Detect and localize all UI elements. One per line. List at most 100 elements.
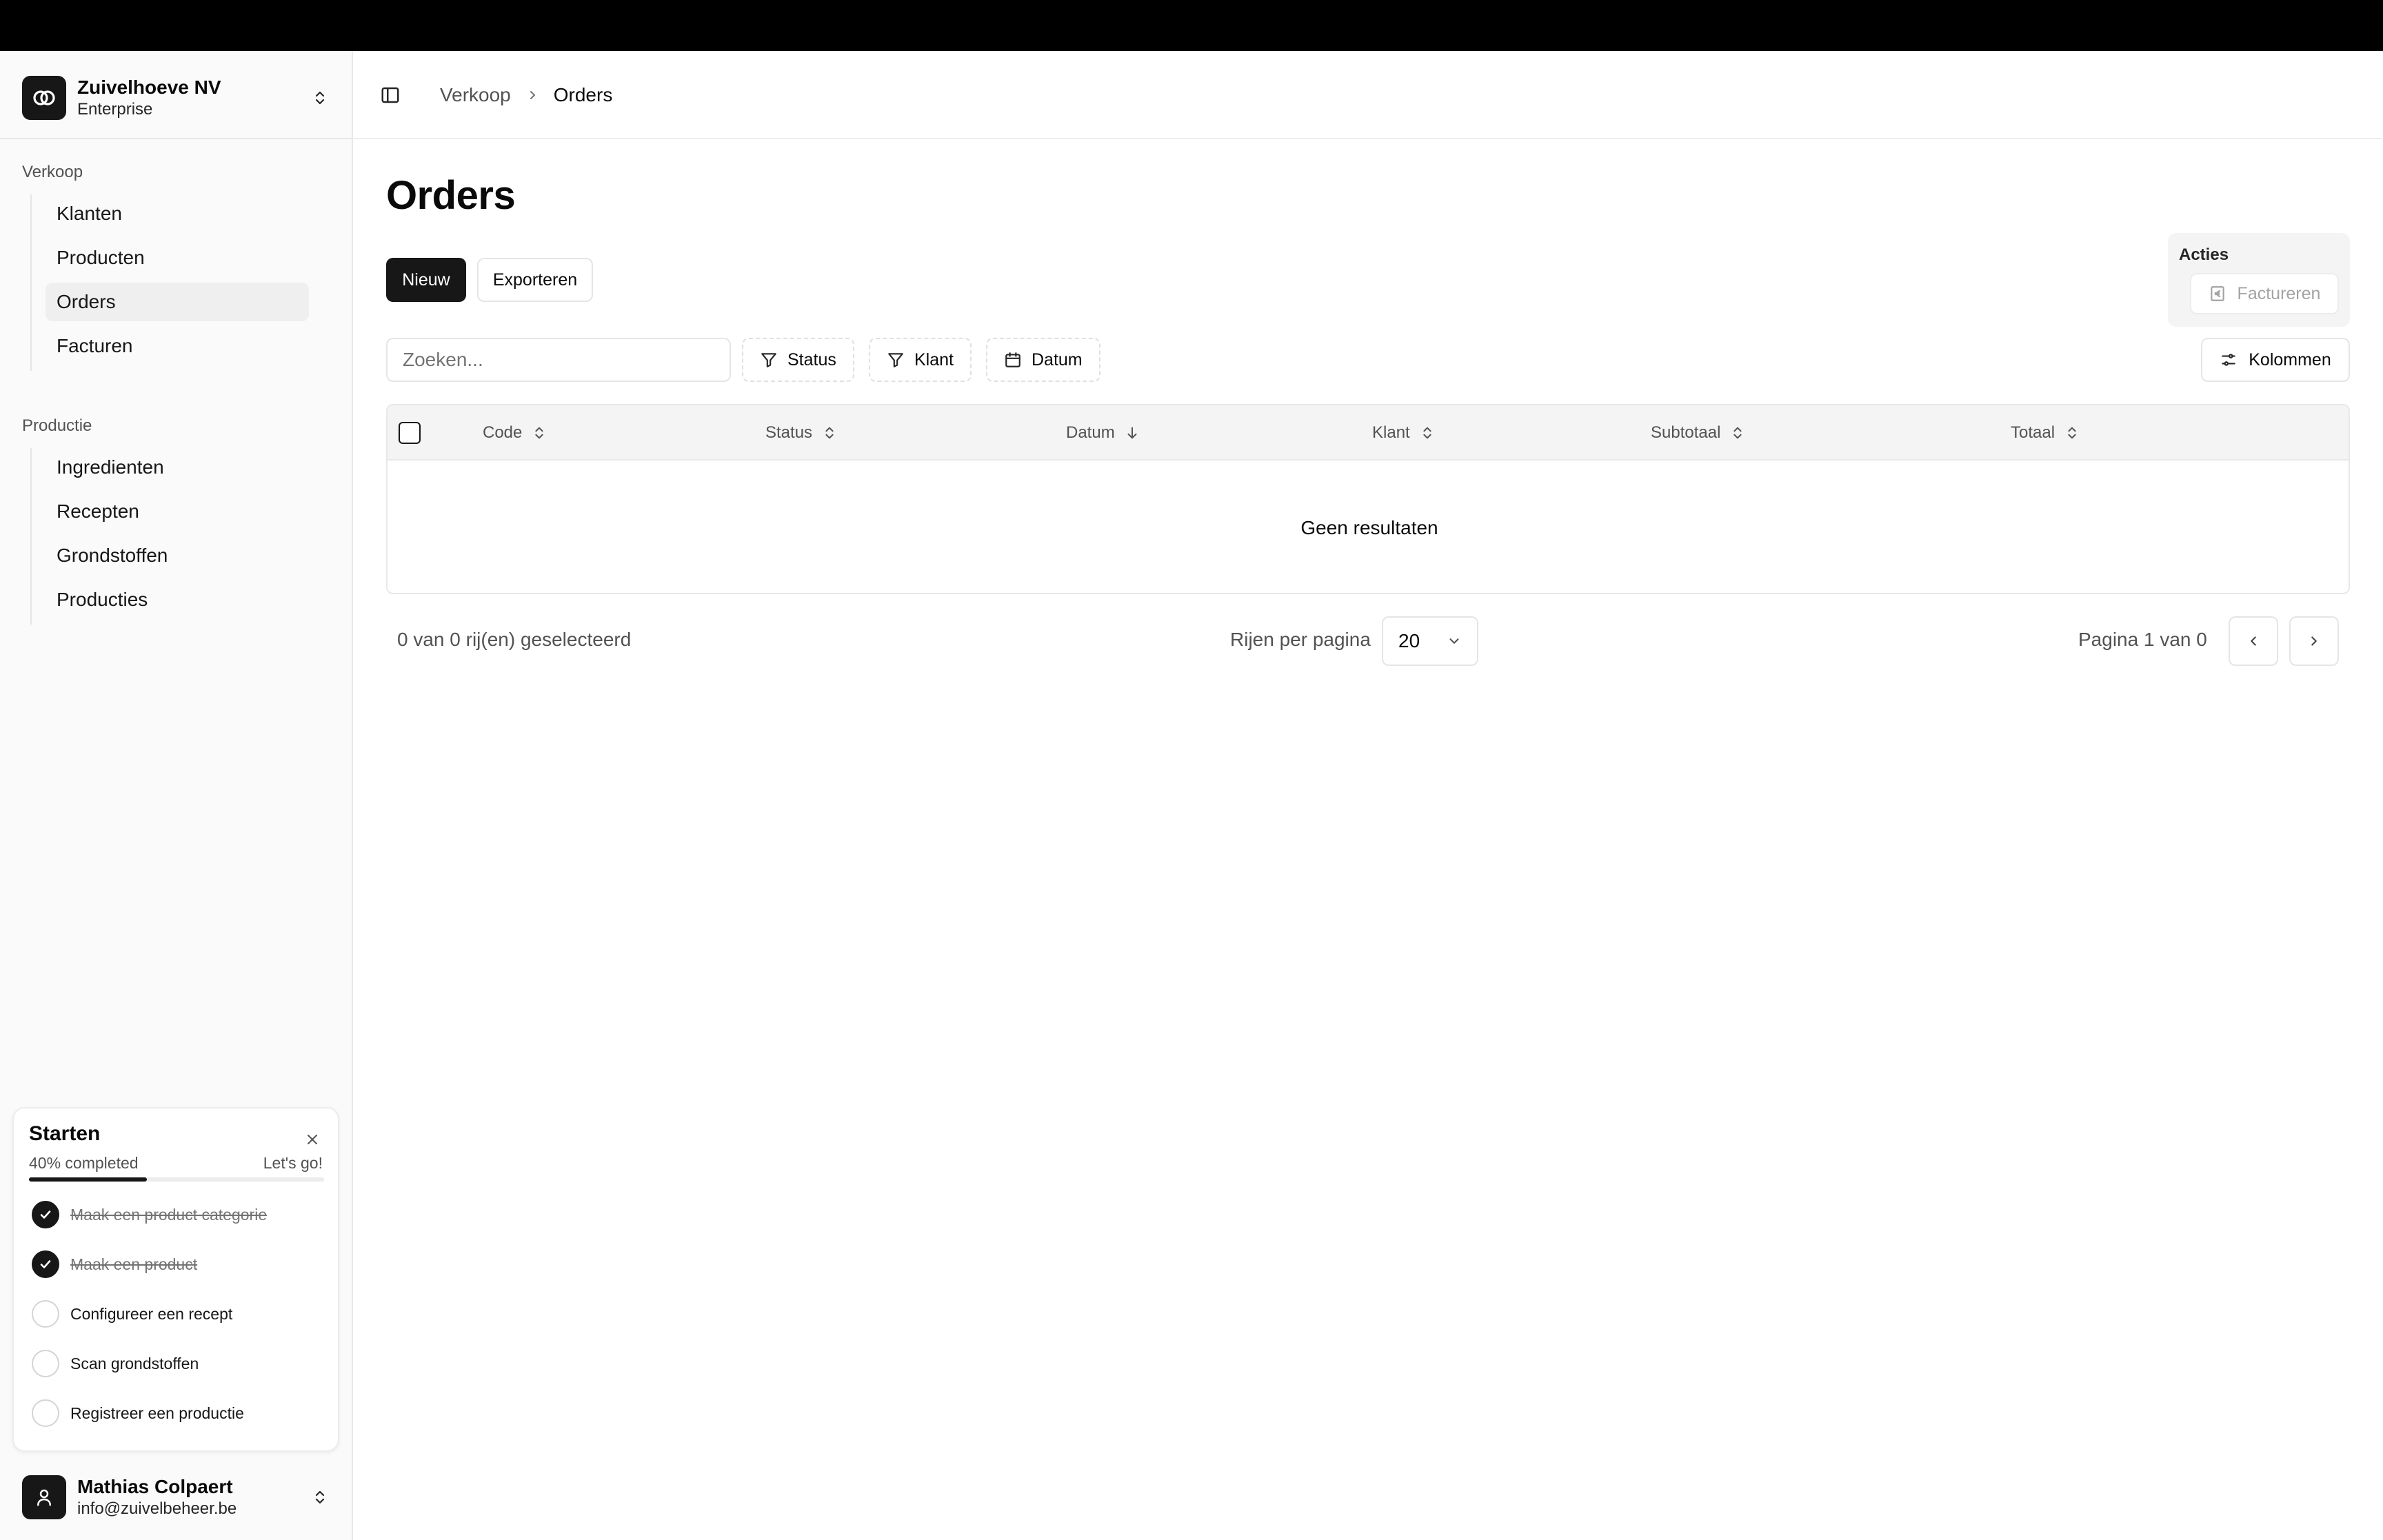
chevrons-up-down-icon	[822, 425, 837, 440]
onboarding-task-label: Scan grondstoffen	[70, 1354, 199, 1372]
org-switcher[interactable]: Zuivelhoeve NV Enterprise	[22, 73, 331, 123]
columns-button-label: Kolommen	[2249, 349, 2331, 369]
check-circle-icon	[32, 1201, 59, 1228]
chevron-right-icon	[2306, 634, 2322, 649]
chevrons-up-down-icon	[1420, 425, 1435, 440]
breadcrumb-parent[interactable]: Verkoop	[440, 84, 511, 106]
actions-panel: Acties Factureren	[2168, 233, 2350, 327]
chevron-right-icon	[526, 89, 539, 101]
onboarding-task[interactable]: Registreer een productie	[32, 1398, 244, 1428]
chevron-left-icon	[2246, 634, 2261, 649]
column-header-label: Totaal	[2011, 423, 2055, 442]
sidebar-group-productie-label: Productie	[22, 416, 92, 435]
org-name: Zuivelhoeve NV	[77, 77, 221, 98]
invoice-button: Factureren	[2190, 273, 2339, 314]
table-header: Code Status Datum Klant Subtotaal Totaal	[388, 405, 2349, 460]
column-header-label: Datum	[1066, 423, 1115, 442]
column-header-datum[interactable]: Datum	[1066, 405, 1140, 460]
sidebar-item-grondstoffen[interactable]: Grondstoffen	[46, 536, 309, 575]
chevrons-up-down-icon[interactable]	[309, 87, 331, 109]
search-input[interactable]	[386, 338, 731, 382]
sidebar-item-recepten[interactable]: Recepten	[46, 492, 309, 531]
onboarding-title: Starten	[29, 1122, 101, 1145]
header: Verkoop Orders	[353, 51, 2382, 139]
filter-icon	[887, 351, 905, 369]
column-header-totaal[interactable]: Totaal	[2011, 405, 2080, 460]
progress-fill	[29, 1177, 147, 1182]
chevrons-up-down-icon[interactable]	[309, 1486, 331, 1508]
onboarding-task-label: Configureer een recept	[70, 1304, 233, 1323]
onboarding-task-label: Registreer een productie	[70, 1404, 244, 1422]
rows-per-page-label: Rijen per pagina	[1230, 629, 1371, 650]
rows-per-page-select[interactable]: 20	[1382, 616, 1478, 666]
next-page-button[interactable]	[2289, 616, 2339, 666]
column-header-label: Status	[765, 423, 813, 442]
previous-page-button[interactable]	[2229, 616, 2278, 666]
sidebar-item-facturen[interactable]: Facturen	[46, 327, 309, 365]
actions-label: Acties	[2179, 245, 2229, 264]
new-button[interactable]: Nieuw	[386, 258, 466, 302]
onboarding-task[interactable]: Scan grondstoffen	[32, 1348, 199, 1379]
status-filter-label: Status	[787, 349, 836, 369]
onboarding-card: Starten 40% completed Let's go! Maak een…	[12, 1107, 339, 1452]
column-header-label: Klant	[1372, 423, 1410, 442]
column-header-subtotaal[interactable]: Subtotaal	[1651, 405, 1745, 460]
column-header-klant[interactable]: Klant	[1372, 405, 1435, 460]
sidebar-divider	[0, 138, 352, 139]
column-header-label: Code	[483, 423, 523, 442]
status-filter-button[interactable]: Status	[742, 338, 854, 382]
onboarding-task[interactable]: Configureer een recept	[32, 1299, 232, 1329]
chevrons-up-down-icon	[532, 425, 547, 440]
empty-circle-icon	[32, 1350, 59, 1377]
page-info: Pagina 1 van 0	[2078, 629, 2207, 650]
top-black-bar	[0, 0, 2383, 51]
sidebar: Zuivelhoeve NV Enterprise Verkoop Klante…	[0, 51, 353, 1540]
onboarding-task[interactable]: Maak een product categorie	[32, 1199, 267, 1230]
euro-receipt-icon	[2209, 285, 2226, 303]
empty-circle-icon	[32, 1399, 59, 1427]
sidebar-item-klanten[interactable]: Klanten	[46, 194, 309, 233]
user-email: info@zuivelbeheer.be	[77, 1499, 237, 1518]
sidebar-group-verkoop-label: Verkoop	[22, 163, 83, 181]
close-icon[interactable]	[302, 1129, 323, 1150]
sidebar-item-producties[interactable]: Producties	[46, 580, 309, 619]
sidebar-nav-productie: Ingredienten Recepten Grondstoffen Produ…	[30, 448, 309, 625]
sidebar-item-orders[interactable]: Orders	[46, 283, 309, 321]
org-plan: Enterprise	[77, 100, 153, 119]
columns-button[interactable]: Kolommen	[2201, 338, 2350, 382]
export-button[interactable]: Exporteren	[477, 258, 593, 302]
chevrons-up-down-icon	[1730, 425, 1745, 440]
check-circle-icon	[32, 1250, 59, 1278]
onboarding-cta[interactable]: Let's go!	[263, 1154, 323, 1173]
user-icon	[22, 1475, 66, 1519]
calendar-icon	[1004, 351, 1022, 369]
filter-icon	[760, 351, 778, 369]
onboarding-task[interactable]: Maak een product	[32, 1249, 197, 1279]
org-logo-icon	[22, 76, 66, 120]
chevrons-up-down-icon	[2064, 425, 2080, 440]
rows-per-page-value: 20	[1398, 630, 1420, 651]
sidebar-item-ingredienten[interactable]: Ingredienten	[46, 448, 309, 487]
customer-filter-label: Klant	[914, 349, 954, 369]
customer-filter-button[interactable]: Klant	[869, 338, 972, 382]
invoice-button-label: Factureren	[2237, 283, 2321, 303]
selection-count: 0 van 0 rij(en) geselecteerd	[397, 629, 632, 650]
sidebar-item-producten[interactable]: Producten	[46, 239, 309, 277]
main-content: Verkoop Orders Orders Nieuw Exporteren A…	[353, 51, 2383, 1540]
column-header-code[interactable]: Code	[483, 405, 547, 460]
sliders-icon	[2220, 351, 2238, 369]
date-filter-label: Datum	[1032, 349, 1083, 369]
column-header-status[interactable]: Status	[765, 405, 837, 460]
orders-table: Code Status Datum Klant Subtotaal Totaal…	[386, 404, 2350, 594]
onboarding-task-label: Maak een product	[70, 1255, 198, 1273]
select-all-checkbox[interactable]	[399, 422, 421, 444]
arrow-down-icon	[1125, 425, 1140, 440]
user-menu[interactable]: Mathias Colpaert info@zuivelbeheer.be	[22, 1474, 331, 1521]
sidebar-toggle-icon[interactable]	[376, 81, 404, 109]
app-shell: Zuivelhoeve NV Enterprise Verkoop Klante…	[0, 51, 2383, 1540]
column-header-label: Subtotaal	[1651, 423, 1721, 442]
onboarding-progress-text: 40% completed	[29, 1154, 139, 1172]
date-filter-button[interactable]: Datum	[986, 338, 1100, 382]
onboarding-task-label: Maak een product categorie	[70, 1205, 268, 1224]
user-name: Mathias Colpaert	[77, 1476, 233, 1497]
